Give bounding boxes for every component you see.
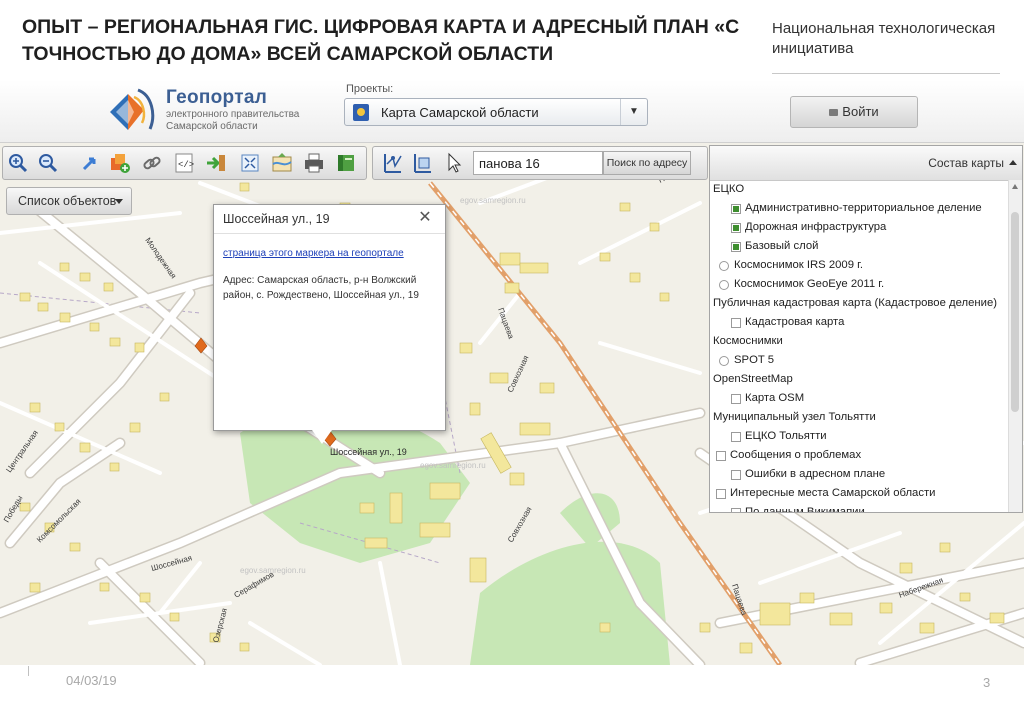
object-list-label: Список объектов: [18, 194, 117, 208]
layer-checkbox[interactable]: [731, 242, 741, 252]
layer-item-label: OpenStreetMap: [713, 373, 793, 385]
export-icon[interactable]: [205, 152, 227, 174]
layer-item-label: По данным Викимапии: [745, 506, 865, 513]
layer-item-label: Интересные места Самарской области: [730, 487, 936, 499]
slide-org-name: Национальная технологическая инициатива: [772, 20, 996, 57]
svg-text:</>: </>: [178, 160, 194, 170]
zoom-in-icon[interactable]: [7, 152, 29, 174]
layer-item-label: SPOT 5: [734, 354, 774, 366]
add-layer-icon[interactable]: [109, 152, 131, 174]
pan-icon[interactable]: [79, 152, 101, 174]
popup-header: Шоссейная ул., 19 ✕: [214, 205, 445, 234]
layer-item-label: Кадастровая карта: [745, 316, 845, 328]
layer-item-label: Космоснимок IRS 2009 г.: [734, 259, 864, 271]
project-select-value: Карта Самарской области: [381, 105, 539, 120]
caret-down-icon: [115, 199, 123, 204]
layer-checkbox[interactable]: [731, 470, 741, 480]
popup-pointer: [312, 430, 332, 444]
pointer-icon[interactable]: [443, 152, 465, 174]
scroll-up-icon[interactable]: [1012, 184, 1018, 189]
layers-list: ЕЦКО Административно-территориальное деле…: [710, 183, 1008, 513]
slide-divider: [772, 73, 1000, 74]
layer-radio[interactable]: [719, 356, 729, 366]
measure-tool-icon[interactable]: [411, 152, 433, 174]
layer-item-label: Ошибки в адресном плане: [745, 468, 886, 480]
layer-item-label: Космоснимок GeoEye 2011 г.: [734, 278, 885, 290]
chevron-down-icon[interactable]: ▼: [620, 99, 647, 125]
projects-label: Проекты:: [346, 83, 394, 95]
caret-up-icon[interactable]: [1009, 160, 1017, 165]
layer-item-label: Административно-территориальное деление: [745, 202, 982, 214]
layer-checkbox[interactable]: [731, 432, 741, 442]
extent-icon[interactable]: [239, 152, 261, 174]
layer-item-label: Сообщения о проблемах: [730, 449, 862, 461]
logo-subtitle: электронного правительства Самарской обл…: [166, 109, 300, 132]
layer-checkbox[interactable]: [731, 223, 741, 233]
layer-checkbox[interactable]: [731, 318, 741, 328]
book-icon[interactable]: [335, 152, 357, 174]
logo-title: Геопортал: [166, 87, 268, 108]
layer-item-label: Космоснимки: [713, 335, 783, 347]
layer-item-label: Базовый слой: [745, 240, 819, 252]
layer-item-label: ЕЦКО Тольятти: [745, 430, 827, 442]
select-tool-icon[interactable]: [381, 152, 403, 174]
footer-divider: [28, 666, 29, 676]
layer-checkbox[interactable]: [716, 489, 726, 499]
popup-marker-link[interactable]: страница этого маркера на геопортале: [223, 248, 433, 259]
layer-item-label: Дорожная инфраструктура: [745, 221, 887, 233]
zoom-out-icon[interactable]: [37, 152, 59, 174]
login-button-label: Войти: [842, 104, 879, 119]
layer-checkbox[interactable]: [731, 508, 741, 512]
close-icon[interactable]: ✕: [414, 207, 436, 229]
map-layers-panel: Состав карты ЕЦКО Административно-террито…: [709, 145, 1023, 513]
layer-item-label: Муниципальный узел Тольятти: [713, 411, 876, 423]
layers-panel-header[interactable]: Состав карты: [710, 146, 1022, 181]
slide-date: 04/03/19: [66, 673, 117, 688]
project-select[interactable]: Карта Самарской области ▼: [344, 98, 648, 126]
layer-radio[interactable]: [719, 261, 729, 271]
code-icon[interactable]: </>: [173, 152, 195, 174]
geoportal-logo-icon: [110, 88, 155, 130]
layer-item-label: ЕЦКО: [713, 183, 745, 195]
layer-item-label: Карта OSM: [745, 392, 805, 404]
region-emblem-icon: [353, 104, 369, 121]
map-view-icon[interactable]: [271, 152, 293, 174]
layer-radio[interactable]: [719, 280, 729, 290]
layer-checkbox[interactable]: [731, 394, 741, 404]
popup-address: Адрес: Самарская область, р-н Волжский р…: [223, 275, 419, 301]
map-toolbar: </>: [2, 146, 367, 180]
layer-item-label: Публичная кадастровая карта (Кадастровое…: [713, 297, 997, 309]
object-list-button[interactable]: Список объектов: [6, 187, 132, 215]
login-button[interactable]: Войти: [790, 96, 918, 128]
marker-label: Шоссейная ул., 19: [330, 447, 407, 457]
svg-text:egov.samregion.ru: egov.samregion.ru: [460, 196, 526, 205]
lock-icon: [829, 109, 839, 116]
geoportal-app: egov.samregion.ru egov.samregion.ru egov…: [0, 80, 1024, 665]
search-toolbar: Поиск по адресу: [372, 146, 708, 180]
layer-checkbox[interactable]: [716, 451, 726, 461]
svg-text:egov.samregion.ru: egov.samregion.ru: [420, 461, 486, 470]
slide-title: ОПЫТ – РЕГИОНАЛЬНАЯ ГИС. ЦИФРОВАЯ КАРТА …: [22, 16, 740, 65]
popup-title: Шоссейная ул., 19: [223, 212, 330, 226]
link-icon[interactable]: [141, 152, 163, 174]
slide-page-number: 3: [983, 675, 991, 690]
layer-checkbox[interactable]: [731, 204, 741, 214]
layers-panel-title: Состав карты: [928, 156, 1004, 170]
address-search-button[interactable]: Поиск по адресу: [603, 151, 691, 175]
marker-popup: Шоссейная ул., 19 ✕ страница этого марке…: [213, 204, 446, 444]
address-search-input[interactable]: [473, 151, 603, 175]
print-icon[interactable]: [303, 152, 325, 174]
scroll-thumb[interactable]: [1011, 212, 1019, 412]
layers-scrollbar[interactable]: [1008, 180, 1022, 512]
app-header: Геопортал электронного правительства Сам…: [0, 80, 1024, 143]
